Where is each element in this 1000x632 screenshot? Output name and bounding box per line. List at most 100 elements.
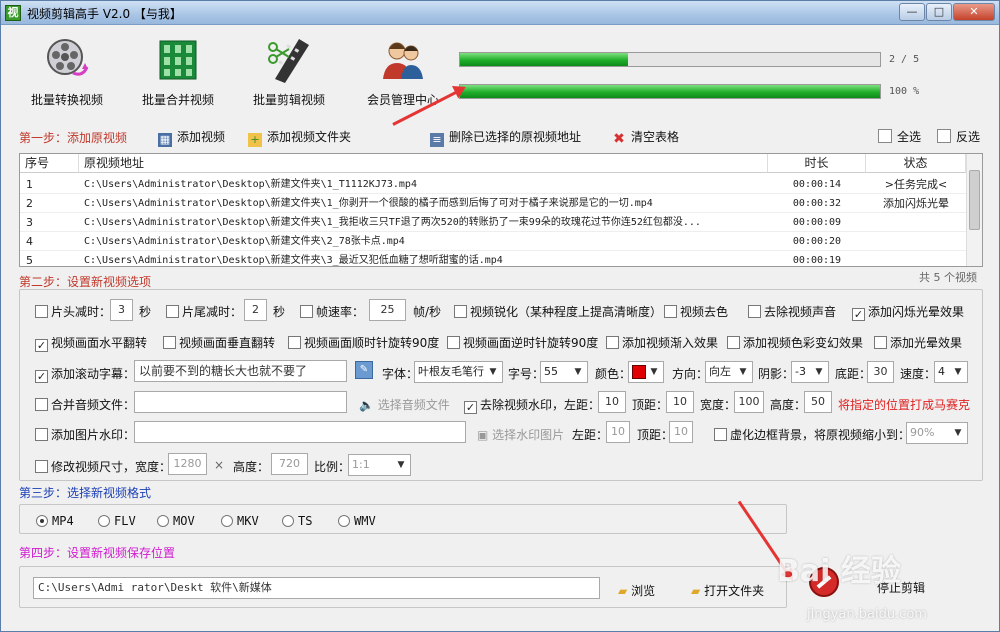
video-table[interactable]: 序号 原视频地址 时长 状态 1 C:\Users\Administrator\… xyxy=(19,153,983,267)
checkbox-box[interactable]: ✓ xyxy=(35,370,48,383)
rotate-cw-checkbox[interactable]: 视频画面顺时针旋转90度 xyxy=(288,334,439,351)
clear-table-button[interactable]: ✖ 清空表格 xyxy=(612,128,679,146)
resize-height-input[interactable]: 720 xyxy=(271,453,308,475)
table-row[interactable]: 2 C:\Users\Administrator\Desktop\新建文件夹\1… xyxy=(20,194,966,213)
glow-checkbox[interactable]: 添加光晕效果 xyxy=(874,334,962,351)
column-header[interactable]: 时长 xyxy=(768,154,866,173)
rotate-ccw-checkbox[interactable]: 视频画面逆时针旋转90度 xyxy=(447,334,598,351)
add-video-button[interactable]: ▦ 添加视频 xyxy=(158,128,225,147)
text-color-picker-icon[interactable]: ✎ xyxy=(355,361,373,379)
select-audio-button[interactable]: 🔈 选择音频文件 xyxy=(359,396,450,413)
minimize-button[interactable]: — xyxy=(899,3,925,21)
radio-dot[interactable] xyxy=(157,515,169,527)
format-radio-flv[interactable]: FLV xyxy=(98,514,136,528)
wm-width-input[interactable]: 100 xyxy=(734,391,764,413)
title-bar[interactable]: 视 视频剪辑高手 V2.0 【与我】 — □ ✕ xyxy=(1,1,999,25)
batch-convert-button[interactable]: 批量转换视频 xyxy=(17,35,117,108)
delete-selected-button[interactable]: ≡ 删除已选择的原视频地址 xyxy=(430,128,581,147)
subtitle-checkbox[interactable]: ✓ 添加滚动字幕： xyxy=(35,365,135,383)
trim-head-checkbox[interactable]: 片头减时： xyxy=(35,303,111,320)
image-watermark-checkbox[interactable]: 添加图片水印： xyxy=(35,426,135,443)
direction-select[interactable]: 向左 ▼ xyxy=(705,361,753,383)
radio-dot[interactable] xyxy=(338,515,350,527)
checkbox-box[interactable] xyxy=(454,305,467,318)
add-folder-button[interactable]: + 添加视频文件夹 xyxy=(248,128,351,147)
checkbox-box[interactable] xyxy=(447,336,460,349)
checkbox-box[interactable]: ✓ xyxy=(852,308,865,321)
invert-select-button[interactable]: 反选 xyxy=(937,128,980,145)
trim-tail-input[interactable]: 2 xyxy=(244,299,267,321)
fade-in-checkbox[interactable]: 添加视频渐入效果 xyxy=(606,334,718,351)
resize-checkbox[interactable]: 修改视频尺寸，宽度： xyxy=(35,458,171,475)
checkbox-box[interactable]: ✓ xyxy=(35,339,48,352)
merge-audio-input[interactable] xyxy=(134,391,347,413)
format-radio-mov[interactable]: MOV xyxy=(157,514,195,528)
flip-h-checkbox[interactable]: ✓ 视频画面水平翻转 xyxy=(35,334,147,352)
table-row[interactable]: 1 C:\Users\Administrator\Desktop\新建文件夹\1… xyxy=(20,175,966,194)
decolor-checkbox[interactable]: 视频去色 xyxy=(664,303,728,320)
checkbox-box[interactable] xyxy=(35,460,48,473)
flip-v-checkbox[interactable]: 视频画面垂直翻转 xyxy=(163,334,275,351)
img-left-input[interactable]: 10 xyxy=(606,421,630,443)
table-scrollbar[interactable] xyxy=(966,154,982,266)
open-folder-button[interactable]: ▰ 打开文件夹 xyxy=(691,582,764,599)
table-row[interactable]: 4 C:\Users\Administrator\Desktop\新建文件夹\2… xyxy=(20,232,966,251)
table-row[interactable]: 5 C:\Users\Administrator\Desktop\新建文件夹\3… xyxy=(20,251,966,266)
batch-merge-button[interactable]: 批量合并视频 xyxy=(128,35,228,108)
trim-tail-checkbox[interactable]: 片尾减时： xyxy=(166,303,242,320)
radio-dot[interactable] xyxy=(98,515,110,527)
blur-bg-checkbox[interactable]: 虚化边框背景，将原视频缩小到： xyxy=(714,426,910,443)
frame-rate-input[interactable]: 25 xyxy=(369,299,406,321)
format-radio-ts[interactable]: TS xyxy=(282,514,312,528)
checkbox-box[interactable] xyxy=(35,305,48,318)
wm-left-input[interactable]: 10 xyxy=(598,391,626,413)
image-watermark-input[interactable] xyxy=(134,421,466,443)
radio-dot[interactable] xyxy=(221,515,233,527)
radio-dot[interactable] xyxy=(36,515,48,527)
remove-watermark-checkbox[interactable]: ✓ 去除视频水印，左距： xyxy=(464,396,600,414)
shadow-select[interactable]: -3 ▼ xyxy=(791,361,829,383)
column-header[interactable]: 序号 xyxy=(20,154,79,173)
member-center-button[interactable]: 会员管理中心 xyxy=(353,35,453,108)
select-all-button[interactable]: 全选 xyxy=(878,128,921,145)
browse-button[interactable]: ▰ 浏览 xyxy=(618,582,655,599)
maximize-button[interactable]: □ xyxy=(926,3,952,21)
subtitle-input[interactable]: 以前要不到的糖长大也就不要了 xyxy=(134,360,347,382)
sharpen-checkbox[interactable]: 视频锐化（某种程度上提高清晰度） xyxy=(454,303,662,320)
save-path-input[interactable]: C:\Users\Admi rator\Deskt 软件\新媒体 xyxy=(33,577,600,599)
color-change-checkbox[interactable]: 添加视频色彩变幻效果 xyxy=(727,334,863,351)
color-select[interactable]: ▼ xyxy=(628,361,664,383)
scrollbar-thumb[interactable] xyxy=(969,170,980,230)
checkbox-box[interactable] xyxy=(288,336,301,349)
checkbox-box[interactable] xyxy=(714,428,727,441)
wm-height-input[interactable]: 50 xyxy=(804,391,832,413)
trim-head-input[interactable]: 3 xyxy=(110,299,133,321)
format-radio-wmv[interactable]: WMV xyxy=(338,514,376,528)
checkbox-box[interactable] xyxy=(748,305,761,318)
wm-top-input[interactable]: 10 xyxy=(666,391,694,413)
resize-width-input[interactable]: 1280 xyxy=(168,453,207,475)
table-row[interactable]: 3 C:\Users\Administrator\Desktop\新建文件夹\1… xyxy=(20,213,966,232)
checkbox-box[interactable] xyxy=(606,336,619,349)
checkbox-box[interactable] xyxy=(664,305,677,318)
select-image-button[interactable]: ▣ 选择水印图片 xyxy=(477,426,564,443)
column-header[interactable]: 状态 xyxy=(866,154,966,173)
column-header[interactable]: 原视频地址 xyxy=(79,154,768,173)
shrink-select[interactable]: 90% ▼ xyxy=(906,422,968,444)
checkbox-box[interactable] xyxy=(727,336,740,349)
checkbox-box[interactable] xyxy=(35,398,48,411)
merge-audio-checkbox[interactable]: 合并音频文件： xyxy=(35,396,135,413)
checkbox-box[interactable] xyxy=(163,336,176,349)
close-button[interactable]: ✕ xyxy=(953,3,995,21)
ratio-select[interactable]: 1:1 ▼ xyxy=(348,454,411,476)
checkbox-box[interactable] xyxy=(874,336,887,349)
flash-glow-checkbox[interactable]: ✓ 添加闪烁光晕效果 xyxy=(852,303,964,321)
font-select[interactable]: 叶根友毛笔行 ▼ xyxy=(414,361,503,383)
img-top-input[interactable]: 10 xyxy=(669,421,693,443)
format-radio-mkv[interactable]: MKV xyxy=(221,514,259,528)
checkbox-box[interactable] xyxy=(35,428,48,441)
format-radio-mp4[interactable]: MP4 xyxy=(36,514,74,528)
checkbox-box[interactable] xyxy=(166,305,179,318)
size-select[interactable]: 55 ▼ xyxy=(540,361,588,383)
checkbox-box[interactable] xyxy=(300,305,313,318)
